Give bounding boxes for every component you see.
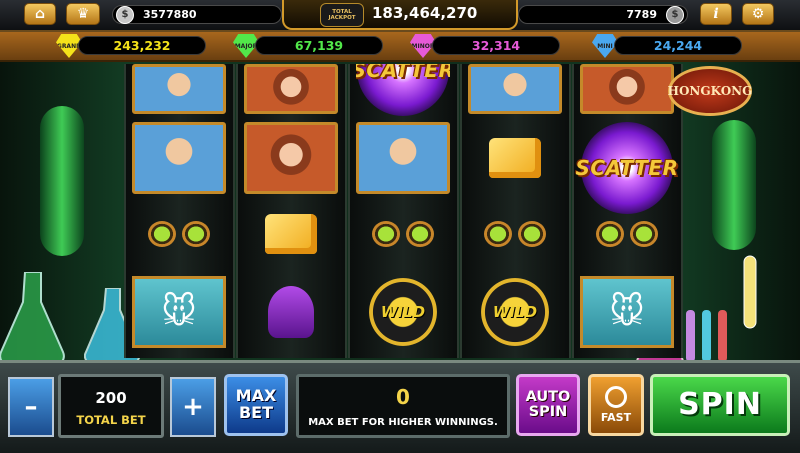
jackpot-major-value: 67,139 <box>255 36 383 55</box>
win-message: MAX BET FOR HIGHER WINNINGS. <box>308 417 498 428</box>
spade-gem-icon <box>268 286 314 338</box>
fast-spin-button[interactable]: FAST <box>588 374 644 436</box>
professor-symbol <box>132 64 226 114</box>
gear-icon: ⚙ <box>751 6 765 22</box>
professor-symbol <box>132 122 226 194</box>
jackpot-mini-value: 24,244 <box>614 36 742 55</box>
fast-label: FAST <box>600 411 632 425</box>
goggles-icon <box>592 217 662 251</box>
goggles-icon <box>480 217 550 251</box>
goggles-symbol <box>132 198 226 270</box>
mouse-symbol: 🐭 <box>580 276 674 348</box>
auto-spin-label-line2: SPIN <box>528 404 568 420</box>
coins-balance: $ 3577880 <box>112 5 282 24</box>
home-icon: ⌂ <box>34 6 46 22</box>
wild-symbol: WILD <box>356 276 450 348</box>
professor-symbol <box>468 64 562 114</box>
mouse-icon: 🐭 <box>609 292 645 332</box>
top-bar: ⌂ ♛ $ 3577880 TOTAL JACKPOT 183,464,270 … <box>0 0 800 32</box>
jackpot-minor-value: 32,314 <box>432 36 560 55</box>
wild-icon: WILD <box>481 278 549 346</box>
wild-symbol: WILD <box>468 276 562 348</box>
home-button[interactable]: ⌂ <box>24 3 56 25</box>
green-flask-icon <box>0 272 65 367</box>
goggles-symbol <box>580 198 674 270</box>
increase-bet-button[interactable]: + <box>170 377 216 437</box>
test-tubes-icon <box>686 310 727 362</box>
total-bet-panel: 200 TOTAL BET <box>58 374 164 438</box>
mouse-symbol: 🐭 <box>132 276 226 348</box>
scatter-symbol: SCATTER <box>356 64 450 116</box>
settings-button[interactable]: ⚙ <box>742 3 774 25</box>
dollar-icon: $ <box>666 5 684 24</box>
auto-spin-label-line1: AUTO <box>525 388 571 405</box>
goggles-symbol <box>356 198 450 270</box>
cheese-icon <box>265 214 317 254</box>
coin-icon: $ <box>116 5 134 24</box>
spade-symbol <box>244 276 338 348</box>
coins-balance-value: 3577880 <box>143 8 197 21</box>
wild-text: WILD <box>492 303 538 321</box>
total-bet-label: TOTAL BET <box>76 413 146 427</box>
auto-spin-button[interactable]: AUTO SPIN <box>516 374 580 436</box>
wild-text: WILD <box>380 303 426 321</box>
professor-symbol <box>356 122 450 194</box>
plus-icon: + <box>182 392 204 422</box>
cheese-icon <box>489 138 541 178</box>
scientist-lady-symbol <box>244 64 338 114</box>
gems-balance-value: 7789 <box>626 8 657 21</box>
scientist-lady-symbol <box>580 64 674 114</box>
info-icon: i <box>713 6 719 22</box>
jackpot-grand-value: 243,232 <box>78 36 206 55</box>
game-logo: HONGKONG <box>668 66 752 116</box>
trophy-button[interactable]: ♛ <box>66 3 100 25</box>
scatter-text: SCATTER <box>356 64 450 82</box>
scatter-text: SCATTER <box>575 156 679 180</box>
spin-button[interactable]: SPIN <box>650 374 790 436</box>
goggles-icon <box>144 217 214 251</box>
gems-balance: 7789 $ <box>518 5 688 24</box>
max-bet-button[interactable]: MAX BET <box>224 374 288 436</box>
scientist-lady-symbol <box>244 122 338 194</box>
total-jackpot-logo: TOTAL JACKPOT <box>320 3 364 27</box>
total-jackpot-banner: TOTAL JACKPOT 183,464,270 <box>282 0 518 30</box>
mouse-icon: 🐭 <box>161 292 197 332</box>
speedometer-icon <box>605 386 627 409</box>
yellow-test-tube-icon <box>743 255 757 329</box>
info-button[interactable]: i <box>700 3 732 25</box>
minus-icon: – <box>24 392 38 422</box>
trophy-icon: ♛ <box>76 6 90 22</box>
left-lab-tube <box>40 106 84 256</box>
goggles-icon <box>368 217 438 251</box>
right-lab-tube <box>712 120 756 250</box>
spin-label: SPIN <box>678 387 762 423</box>
total-bet-value: 200 <box>95 389 127 407</box>
win-panel: 0 MAX BET FOR HIGHER WINNINGS. <box>296 374 510 438</box>
scatter-orb-icon: SCATTER <box>356 64 450 116</box>
cheese-symbol <box>244 198 338 270</box>
cheese-symbol <box>468 122 562 194</box>
jackpot-total-value: 183,464,270 <box>372 4 478 22</box>
win-value: 0 <box>396 385 410 409</box>
wild-icon: WILD <box>369 278 437 346</box>
max-bet-label-line2: BET <box>238 403 274 422</box>
goggles-symbol <box>468 198 562 270</box>
decrease-bet-button[interactable]: – <box>8 377 54 437</box>
